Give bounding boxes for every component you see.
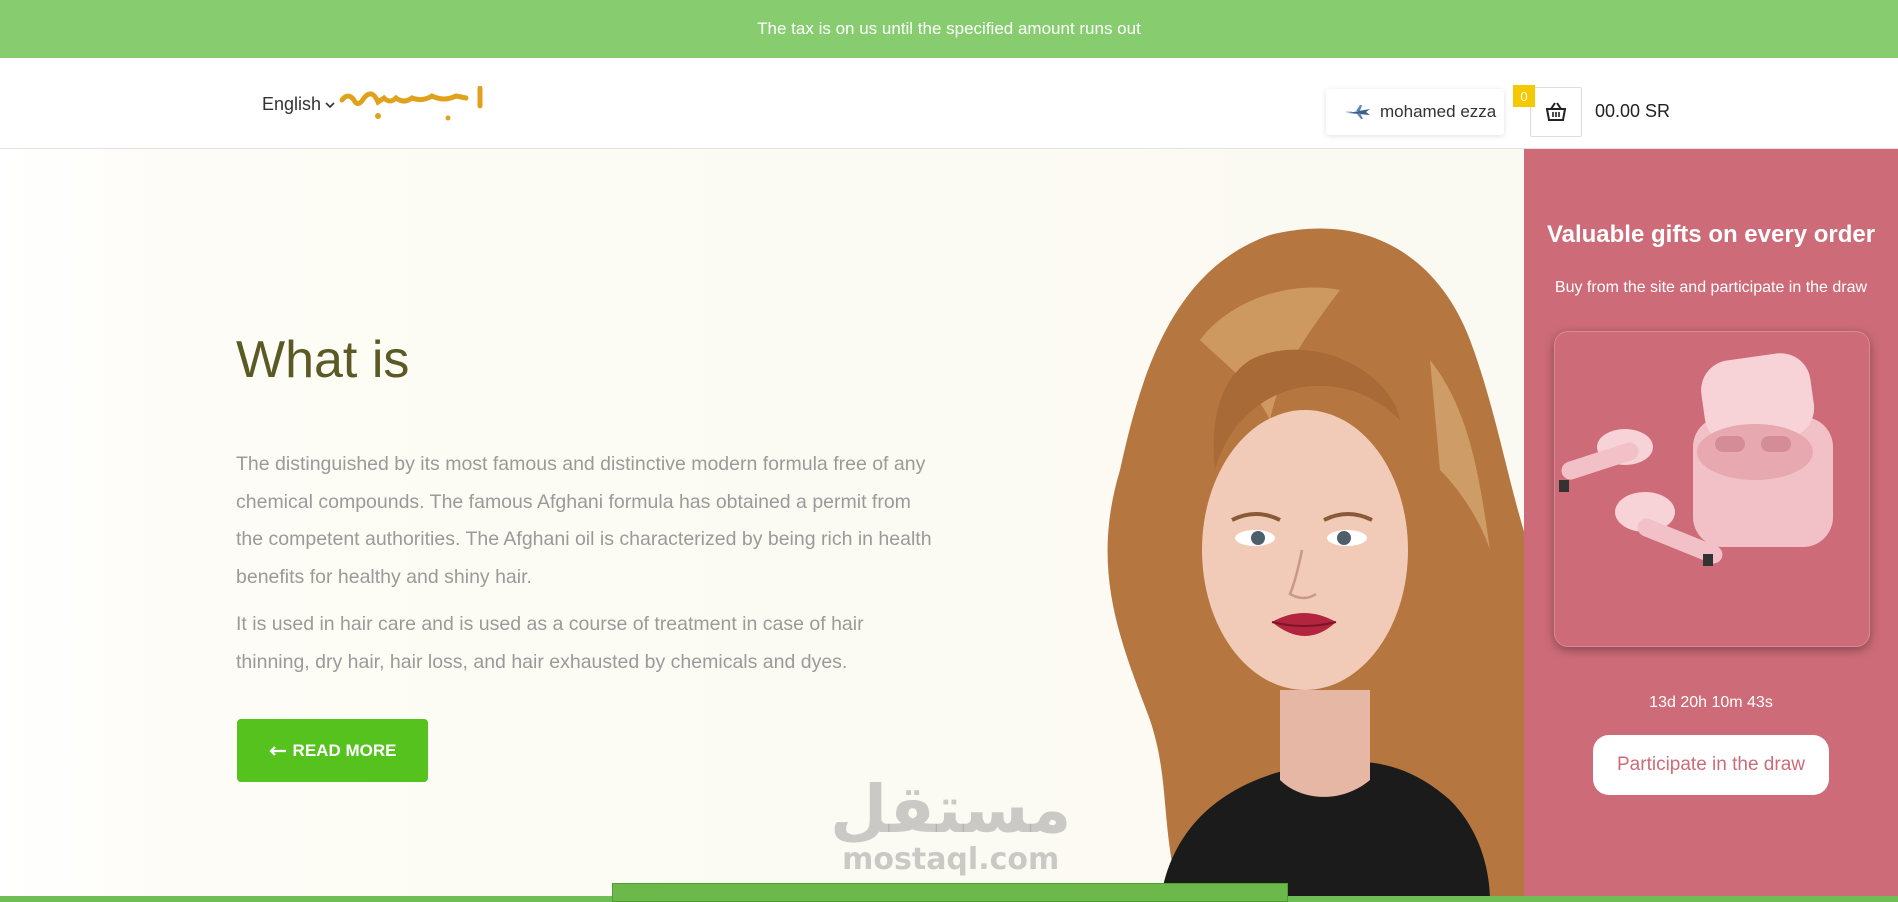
read-more-button[interactable]: READ MORE xyxy=(237,719,428,782)
hero-description: The distinguished by its most famous and… xyxy=(236,453,932,588)
hero-description-secondary: It is used in hair care and is used as a… xyxy=(236,613,864,673)
read-more-label: READ MORE xyxy=(292,740,397,760)
participate-button[interactable]: Participate in the draw xyxy=(1593,735,1829,795)
cart-total: 00.00 SR xyxy=(1595,101,1671,121)
hero-title-text: What is xyxy=(236,331,410,389)
promo-title: Valuable gifts on every order xyxy=(1546,221,1876,248)
language-selector[interactable]: English xyxy=(262,94,335,115)
mostaql-watermark: مستقل mostaql.com xyxy=(830,775,1071,875)
basket-icon xyxy=(1545,102,1567,121)
site-logo[interactable] xyxy=(338,86,528,126)
promo-subtitle: Buy from the site and participate in the… xyxy=(1554,279,1868,296)
cart-button[interactable] xyxy=(1530,87,1582,137)
user-name: mohamed ezza xyxy=(1380,102,1497,121)
arrow-left-icon xyxy=(268,745,286,756)
announcement-text: The tax is on us until the specified amo… xyxy=(757,19,1141,38)
watermark-arabic: مستقل xyxy=(830,771,1072,848)
site-header: English mohamed ezza 0 00.00 SR xyxy=(0,58,1898,149)
plane-icon xyxy=(1346,105,1370,119)
hero-title: What is xyxy=(236,330,409,390)
model-photo xyxy=(1107,228,1579,902)
user-account-button[interactable]: mohamed ezza xyxy=(1326,89,1504,135)
countdown-timer: 13d 20h 10m 43s xyxy=(1649,694,1773,711)
announcement-bar: The tax is on us until the specified amo… xyxy=(0,0,1898,58)
chevron-down-icon xyxy=(325,101,335,108)
cart-count-badge: 0 xyxy=(1513,85,1535,107)
promo-panel: Valuable gifts on every order Buy from t… xyxy=(1524,149,1898,902)
gift-image-card xyxy=(1554,331,1870,647)
watermark-latin: mostaql.com xyxy=(842,842,1060,877)
language-label: English xyxy=(262,94,322,114)
earbuds-image xyxy=(1559,353,1833,566)
bottom-tab[interactable] xyxy=(612,883,1288,902)
